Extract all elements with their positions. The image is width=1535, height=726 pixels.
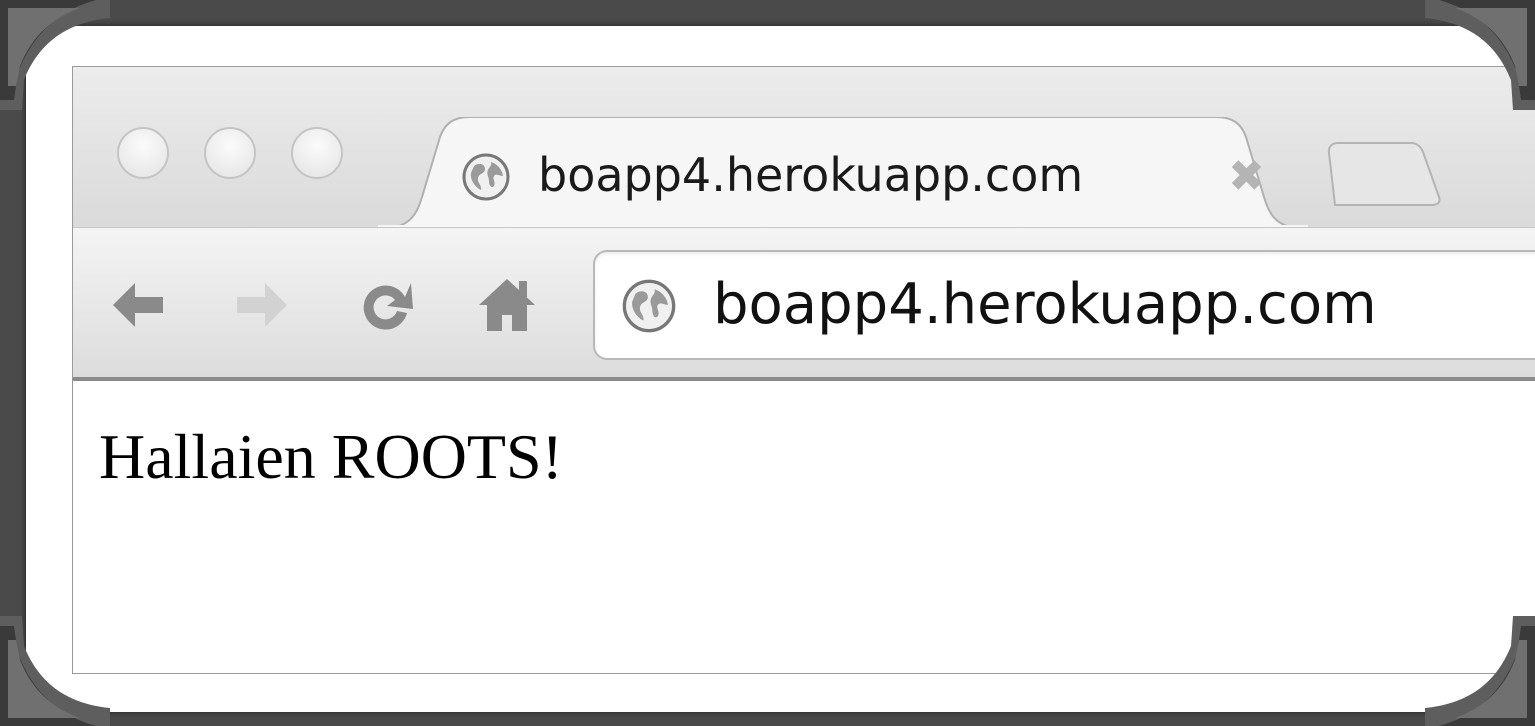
window-close-button[interactable] <box>117 127 169 179</box>
new-tab-icon <box>1327 142 1441 206</box>
new-tab-button[interactable] <box>1325 139 1443 209</box>
window-zoom-button[interactable] <box>291 127 343 179</box>
tab-close-icon[interactable]: ✖ <box>1228 147 1265 207</box>
photo-corner-icon <box>1425 616 1535 726</box>
photo-corner-icon <box>1425 0 1535 110</box>
back-arrow-icon <box>113 283 163 327</box>
photo-corner-bottom-left <box>0 616 110 726</box>
window-minimize-button[interactable] <box>204 127 256 179</box>
photo-corner-icon <box>0 0 110 110</box>
photo-corner-top-right <box>1425 0 1535 110</box>
browser-window: boapp4.herokuapp.com ✖ boapp4.herokuapp.… <box>72 66 1535 674</box>
home-icon <box>479 279 535 331</box>
tab-title: boapp4.herokuapp.com <box>538 148 1084 202</box>
forward-button[interactable] <box>231 273 295 337</box>
page-content: Hallaien ROOTS! <box>73 381 1535 673</box>
reload-button[interactable] <box>355 273 419 337</box>
browser-toolbar: boapp4.herokuapp.com <box>73 227 1535 381</box>
address-bar-url[interactable]: boapp4.herokuapp.com <box>713 268 1377 342</box>
globe-icon <box>462 153 510 201</box>
reload-icon <box>363 283 413 330</box>
photo-corner-icon <box>0 616 110 726</box>
page-heading: Hallaien ROOTS! <box>99 421 563 492</box>
photo-corner-bottom-right <box>1425 616 1535 726</box>
back-button[interactable] <box>105 273 169 337</box>
globe-icon <box>622 279 676 333</box>
address-bar[interactable]: boapp4.herokuapp.com <box>593 250 1535 360</box>
tab-strip: boapp4.herokuapp.com ✖ <box>73 67 1535 229</box>
tab-active[interactable]: boapp4.herokuapp.com ✖ <box>378 117 1308 229</box>
forward-arrow-icon <box>237 283 287 327</box>
home-button[interactable] <box>475 273 539 337</box>
photo-corner-top-left <box>0 0 110 110</box>
